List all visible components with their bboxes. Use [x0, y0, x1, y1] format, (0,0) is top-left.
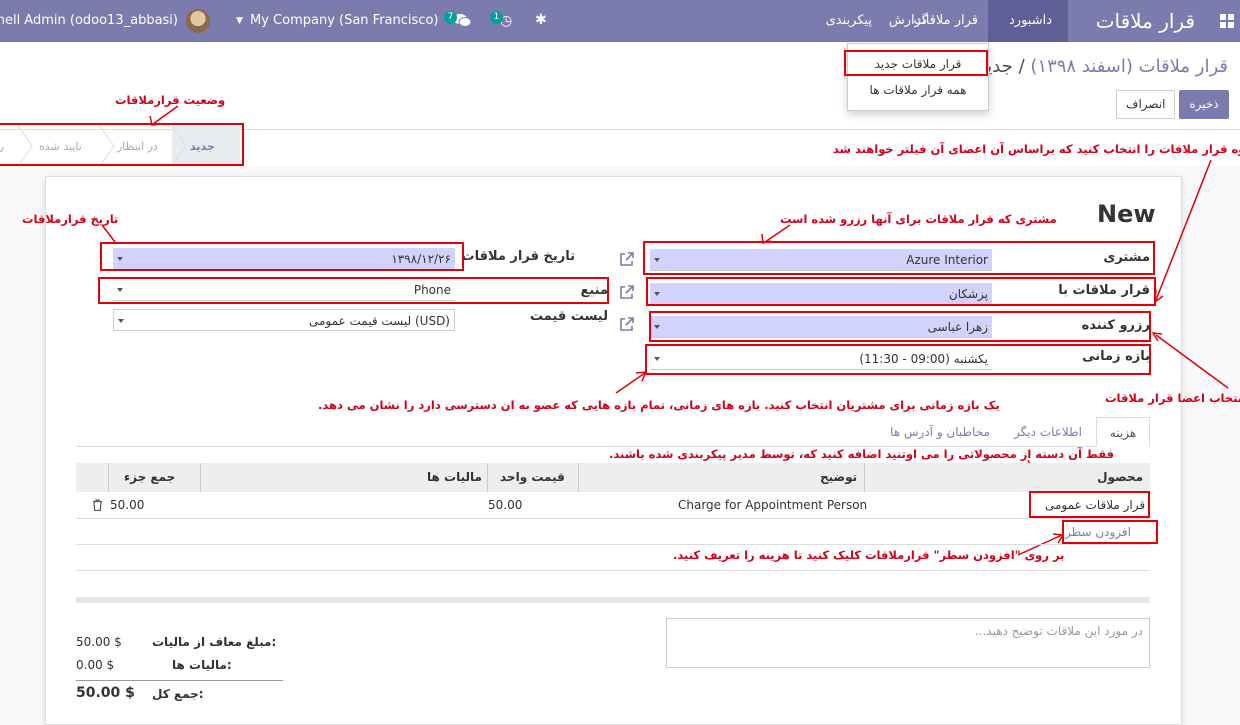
tab-contacts-addresses[interactable]: مخاطبان و آدرس ها — [880, 417, 1000, 447]
total-label: جمع کل: — [152, 687, 204, 701]
company-switcher[interactable]: My Company (San Francisco) — [250, 0, 438, 42]
row-unit-price[interactable]: 50.00 — [488, 492, 522, 518]
row-divider — [76, 570, 1150, 571]
taxes-label: مالیات ها: — [172, 658, 232, 672]
annotation-box-source — [98, 277, 609, 304]
row-divider — [76, 544, 1150, 545]
annotation-box-customer — [643, 241, 1155, 275]
menu-configuration[interactable]: پیکربندی — [826, 0, 872, 42]
row-divider — [76, 518, 1150, 519]
breadcrumb-parent[interactable]: قرار ملاقات (اسفند ۱۳۹۸) — [1030, 56, 1228, 77]
label-separator — [1000, 309, 1150, 310]
pricelist-label: لیست قیمت — [530, 309, 608, 324]
annotation-box-slot — [645, 344, 1151, 375]
table-footer — [76, 597, 1150, 603]
debug-bug-icon[interactable]: ✱ — [535, 0, 547, 41]
user-avatar[interactable] — [186, 9, 210, 33]
menu-all-appointments[interactable]: همه قرار ملاقات ها — [848, 77, 988, 103]
tab-cost[interactable]: هزینه — [1096, 417, 1150, 447]
external-link-icon[interactable] — [619, 284, 635, 300]
discard-button[interactable]: انصراف — [1116, 90, 1175, 119]
annotation-box-product — [1029, 491, 1150, 518]
top-navbar: قرار ملاقات داشبورد قرار ملاقات گزارش پی… — [0, 0, 1240, 42]
save-button[interactable]: ذخیره — [1179, 90, 1229, 119]
breadcrumb: قرار ملاقات (اسفند ۱۳۹۸) / جدید — [978, 56, 1228, 77]
col-product[interactable]: محصول — [1067, 463, 1147, 492]
col-sep — [200, 463, 201, 492]
untaxed-label: مبلغ معاف از مالیات: — [152, 635, 277, 649]
annotation-slot: یک بازه زمانی برای مشتریان انتخاب کنید. … — [318, 398, 1000, 412]
external-link-icon[interactable] — [619, 251, 635, 267]
taxes-amount: 0.00 $ — [76, 658, 115, 672]
company-caret-icon[interactable]: ▼ — [236, 0, 243, 42]
trash-icon[interactable] — [92, 499, 103, 511]
user-menu[interactable]: Mitchell Admin (odoo13_abbasi) — [0, 0, 178, 42]
annotation-box-new-appointment — [844, 50, 988, 76]
row-description[interactable]: Charge for Appointment Person — [678, 492, 867, 518]
col-taxes[interactable]: مالیات ها — [427, 463, 482, 492]
tab-other-info[interactable]: اطلاعات دیگر — [1005, 417, 1091, 447]
annotation-member: انتخاب اعضا قرار ملاقات — [1105, 391, 1240, 405]
col-description[interactable]: توضیح — [820, 463, 857, 492]
annotation-box-group — [646, 277, 1156, 306]
annotation-arrow-status — [149, 105, 179, 126]
col-sep — [108, 463, 109, 492]
untaxed-amount: 50.00 $ — [76, 635, 122, 649]
annotation-group: یک گروه قرار ملاقات را انتخاب کنید که بر… — [833, 142, 1240, 156]
notes-textarea[interactable] — [666, 618, 1150, 668]
activities-badge: 1 — [490, 11, 503, 24]
menu-dashboard[interactable]: داشبورد — [1009, 0, 1052, 42]
totals-divider — [76, 680, 283, 681]
menu-reporting[interactable]: گزارش — [889, 0, 928, 42]
apps-grid-icon[interactable] — [1220, 14, 1234, 28]
annotation-add-line: بر روی "افزودن سطر" قرارملاقات کلیک کنید… — [673, 548, 1065, 562]
col-sep — [864, 463, 865, 492]
annotation-box-member — [649, 311, 1151, 342]
breadcrumb-separator: / — [1018, 56, 1025, 77]
appointment-date-label: تاریخ قرار ملاقات — [461, 249, 575, 264]
col-subtotal[interactable]: جمع جزء — [124, 463, 175, 492]
annotation-products: فقط آن دسته از محصولاتی را می اوتنید اضا… — [609, 447, 1115, 461]
pricelist-field[interactable]: لیست قیمت عمومی (USD) — [113, 309, 455, 331]
external-link-icon[interactable] — [619, 316, 635, 332]
app-title[interactable]: قرار ملاقات — [1096, 0, 1195, 42]
messages-badge: 7 — [444, 11, 457, 24]
col-sep — [578, 463, 579, 492]
record-title: New — [1097, 200, 1156, 228]
annotation-box-date — [100, 242, 464, 271]
table-header-row — [76, 463, 1150, 492]
col-sep — [487, 463, 488, 492]
total-amount: 50.00 $ — [76, 685, 135, 701]
annotation-box-add-line — [1062, 520, 1158, 544]
annotation-date: تاریخ قرارملاقات — [22, 212, 119, 226]
annotation-customer: مشتری که قرار ملاقات برای آنها رزرو شده … — [780, 212, 1057, 226]
label-separator — [1000, 342, 1150, 343]
annotation-box-status — [0, 123, 244, 166]
col-unit-price[interactable]: قیمت واحد — [500, 463, 565, 492]
row-subtotal[interactable]: 50.00 — [110, 492, 144, 518]
